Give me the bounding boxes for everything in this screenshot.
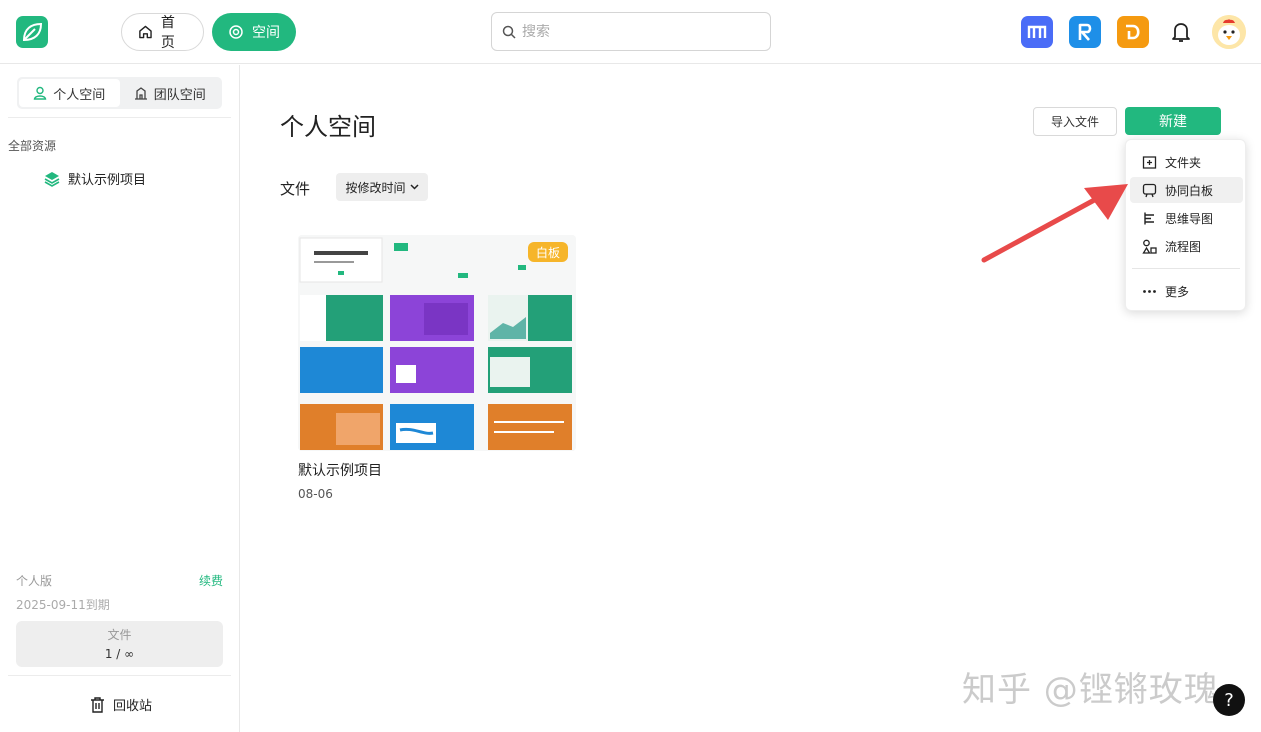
- help-button[interactable]: ?: [1213, 684, 1245, 716]
- file-thumbnail: 白板: [298, 235, 576, 451]
- quota-label: 文件: [107, 628, 132, 642]
- file-card-name[interactable]: 默认示例项目: [298, 460, 382, 480]
- tab-personal-label: 个人空间: [53, 87, 106, 103]
- whiteboard-preview: [298, 235, 576, 451]
- leaf-icon: [22, 22, 43, 42]
- menu-item-flowchart[interactable]: 流程图: [1130, 233, 1243, 259]
- menu-item-more[interactable]: 更多: [1130, 278, 1243, 304]
- import-file-button[interactable]: 导入文件: [1033, 107, 1117, 136]
- space-switcher: 个人空间 团队空间: [17, 77, 222, 109]
- tree-item-label: 默认示例项目: [68, 173, 147, 188]
- annotation-arrow: [981, 184, 1128, 263]
- app-d-icon[interactable]: [1117, 16, 1149, 48]
- tab-personal-space[interactable]: 个人空间: [19, 79, 120, 107]
- search-icon: [502, 25, 516, 39]
- menu-item-mindmap[interactable]: 思维导图: [1130, 205, 1243, 231]
- nav-home-button[interactable]: 首页: [121, 13, 204, 51]
- menu-item-label: 更多: [1165, 284, 1190, 299]
- layers-icon: [44, 171, 60, 187]
- mindmap-icon: [1144, 212, 1154, 224]
- plan-name: 个人版: [16, 574, 53, 588]
- new-button[interactable]: 新建: [1125, 107, 1221, 135]
- sidebar: 个人空间 团队空间 全部资源 默认示例项目 个人版 续费 2025-09-11到…: [0, 65, 240, 732]
- file-card-date: 08-06: [298, 487, 333, 501]
- d-glyph: [1126, 24, 1140, 40]
- renew-link[interactable]: 续费: [199, 572, 223, 589]
- tree-item-default-project[interactable]: 默认示例项目: [44, 169, 146, 188]
- nav-space-button[interactable]: 空间: [212, 13, 296, 51]
- user-icon: [33, 86, 47, 100]
- building-icon: [134, 87, 147, 100]
- menu-item-label: 协同白板: [1165, 183, 1214, 198]
- trash-label: 回收站: [113, 699, 153, 714]
- menu-item-label: 文件夹: [1165, 155, 1202, 170]
- page-title: 个人空间: [280, 113, 376, 141]
- search-box[interactable]: [491, 12, 771, 51]
- menu-divider: [1132, 268, 1240, 269]
- app-m-icon[interactable]: [1021, 16, 1053, 48]
- space-icon: [229, 25, 243, 39]
- all-resources-heading: 全部资源: [8, 139, 57, 153]
- quota-value: 1 / ∞: [104, 647, 135, 661]
- watermark-text: 知乎 @铿锵玫瑰: [962, 670, 1219, 710]
- m-glyph: [1027, 25, 1047, 38]
- divider: [8, 675, 231, 676]
- divider: [8, 117, 231, 118]
- folder-add-icon: [1142, 155, 1157, 169]
- sort-label: 按修改时间: [345, 180, 406, 195]
- plan-expiry: 2025-09-11到期: [16, 598, 110, 612]
- tab-team-label: 团队空间: [153, 87, 206, 103]
- bell-icon[interactable]: [1170, 20, 1192, 44]
- home-icon: [139, 25, 152, 39]
- file-card[interactable]: 白板: [298, 235, 576, 453]
- sort-dropdown[interactable]: 按修改时间: [336, 173, 428, 201]
- main-content: 个人空间 导入文件 新建 文件 按修改时间 白板 默认示例项目 08-06: [241, 65, 1261, 732]
- search-input[interactable]: [522, 23, 752, 40]
- app-logo[interactable]: [16, 16, 48, 48]
- menu-item-folder[interactable]: 文件夹: [1130, 149, 1243, 175]
- menu-item-whiteboard[interactable]: 协同白板: [1130, 177, 1243, 203]
- chevron-down-icon: [409, 184, 419, 190]
- files-heading: 文件: [280, 180, 311, 198]
- more-icon: [1143, 289, 1156, 293]
- menu-item-label: 流程图: [1165, 239, 1202, 254]
- app-r-icon[interactable]: [1069, 16, 1101, 48]
- flowchart-icon: [1142, 239, 1157, 254]
- file-quota: 文件 1 / ∞: [16, 621, 223, 667]
- tab-team-space[interactable]: 团队空间: [120, 79, 221, 107]
- chicken-avatar-icon: [1212, 15, 1246, 49]
- whiteboard-badge: 白板: [528, 242, 568, 262]
- avatar[interactable]: [1212, 15, 1246, 49]
- new-dropdown-menu: 文件夹 协同白板 思维导图 流程图 更多: [1125, 139, 1246, 311]
- top-bar: 首页 空间: [0, 0, 1261, 64]
- trash-icon: [91, 696, 104, 713]
- menu-item-label: 思维导图: [1165, 211, 1214, 226]
- nav-home-label: 首页: [160, 15, 175, 51]
- nav-space-label: 空间: [252, 25, 280, 41]
- trash-button[interactable]: 回收站: [90, 695, 152, 714]
- whiteboard-icon: [1142, 183, 1157, 197]
- r-glyph: [1078, 23, 1092, 41]
